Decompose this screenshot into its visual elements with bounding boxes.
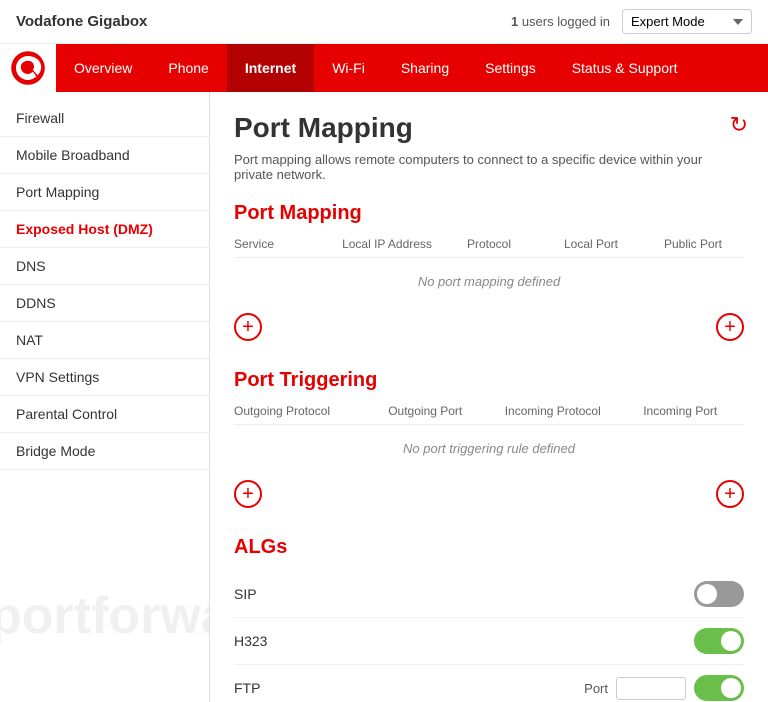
ftp-port-label: Port [584, 681, 608, 696]
nav-status-support[interactable]: Status & Support [554, 44, 696, 92]
app-title: Vodafone Gigabox [16, 13, 147, 30]
sidebar-item-nat[interactable]: NAT [0, 322, 209, 359]
navbar: Overview Phone Internet Wi-Fi Sharing Se… [0, 44, 768, 92]
main-content: ↻ Port Mapping Port mapping allows remot… [210, 92, 768, 702]
col-local-port: Local Port [540, 237, 642, 251]
alg-sip-slider [694, 581, 744, 607]
col-local-ip: Local IP Address [336, 237, 438, 251]
alg-ftp-slider [694, 675, 744, 701]
col-outgoing-proto: Outgoing Protocol [234, 404, 362, 418]
port-triggering-add-button-right[interactable]: + [716, 480, 744, 508]
alg-ftp-row: FTP Port [234, 665, 744, 702]
col-outgoing-port: Outgoing Port [362, 404, 490, 418]
alg-h323-row: H323 [234, 618, 744, 665]
alg-sip-row: SIP [234, 571, 744, 618]
refresh-icon[interactable]: ↻ [730, 112, 748, 138]
sidebar-item-ddns[interactable]: DDNS [0, 285, 209, 322]
alg-ftp-right: Port [584, 675, 744, 701]
port-mapping-section: Port Mapping Service Local IP Address Pr… [234, 202, 744, 341]
nav-sharing[interactable]: Sharing [383, 44, 467, 92]
col-incoming-port: Incoming Port [617, 404, 745, 418]
alg-h323-slider [694, 628, 744, 654]
alg-ftp-label: FTP [234, 680, 260, 696]
port-triggering-title: Port Triggering [234, 369, 744, 392]
col-incoming-proto: Incoming Protocol [489, 404, 617, 418]
sidebar-item-mobile-broadband[interactable]: Mobile Broadband [0, 137, 209, 174]
algs-section: ALGs SIP H323 FTP [234, 536, 744, 702]
nav-wifi[interactable]: Wi-Fi [314, 44, 383, 92]
page-title: Port Mapping [234, 112, 744, 144]
port-triggering-section: Port Triggering Outgoing Protocol Outgoi… [234, 369, 744, 508]
sidebar-item-bridge[interactable]: Bridge Mode [0, 433, 209, 470]
watermark: portforward [0, 590, 210, 642]
sidebar-item-firewall[interactable]: Firewall [0, 100, 209, 137]
port-mapping-header: Service Local IP Address Protocol Local … [234, 237, 744, 258]
sidebar-item-parental[interactable]: Parental Control [0, 396, 209, 433]
users-count: 1 [511, 14, 518, 29]
alg-h323-label: H323 [234, 633, 267, 649]
col-public-port: Public Port [642, 237, 744, 251]
algs-title: ALGs [234, 536, 744, 559]
port-triggering-header: Outgoing Protocol Outgoing Port Incoming… [234, 404, 744, 425]
port-triggering-empty: No port triggering rule defined [234, 429, 744, 468]
sidebar: portforward Firewall Mobile Broadband Po… [0, 92, 210, 702]
nav-items: Overview Phone Internet Wi-Fi Sharing Se… [56, 44, 696, 92]
sidebar-item-port-mapping[interactable]: Port Mapping [0, 174, 209, 211]
sidebar-item-dns[interactable]: DNS [0, 248, 209, 285]
nav-overview[interactable]: Overview [56, 44, 150, 92]
ftp-port-input[interactable] [616, 677, 686, 700]
header-right: 1 users logged in Expert Mode Standard M… [511, 9, 752, 34]
vodafone-logo [0, 44, 56, 92]
port-mapping-title: Port Mapping [234, 202, 744, 225]
main-layout: portforward Firewall Mobile Broadband Po… [0, 92, 768, 702]
app-header: Vodafone Gigabox 1 users logged in Exper… [0, 0, 768, 44]
sidebar-item-vpn[interactable]: VPN Settings [0, 359, 209, 396]
page-desc: Port mapping allows remote computers to … [234, 152, 744, 182]
alg-ftp-toggle[interactable] [694, 675, 744, 701]
col-service: Service [234, 237, 336, 251]
nav-internet[interactable]: Internet [227, 44, 314, 92]
sidebar-item-exposed-host[interactable]: Exposed Host (DMZ) [0, 211, 209, 248]
alg-sip-toggle[interactable] [694, 581, 744, 607]
port-triggering-add-button[interactable]: + [234, 480, 262, 508]
users-logged: 1 users logged in [511, 14, 610, 29]
col-protocol: Protocol [438, 237, 540, 251]
alg-h323-toggle[interactable] [694, 628, 744, 654]
nav-settings[interactable]: Settings [467, 44, 554, 92]
nav-phone[interactable]: Phone [150, 44, 226, 92]
alg-sip-label: SIP [234, 586, 257, 602]
port-mapping-empty: No port mapping defined [234, 262, 744, 301]
port-mapping-add-button-right[interactable]: + [716, 313, 744, 341]
port-mapping-add-button[interactable]: + [234, 313, 262, 341]
mode-select[interactable]: Expert Mode Standard Mode [622, 9, 752, 34]
